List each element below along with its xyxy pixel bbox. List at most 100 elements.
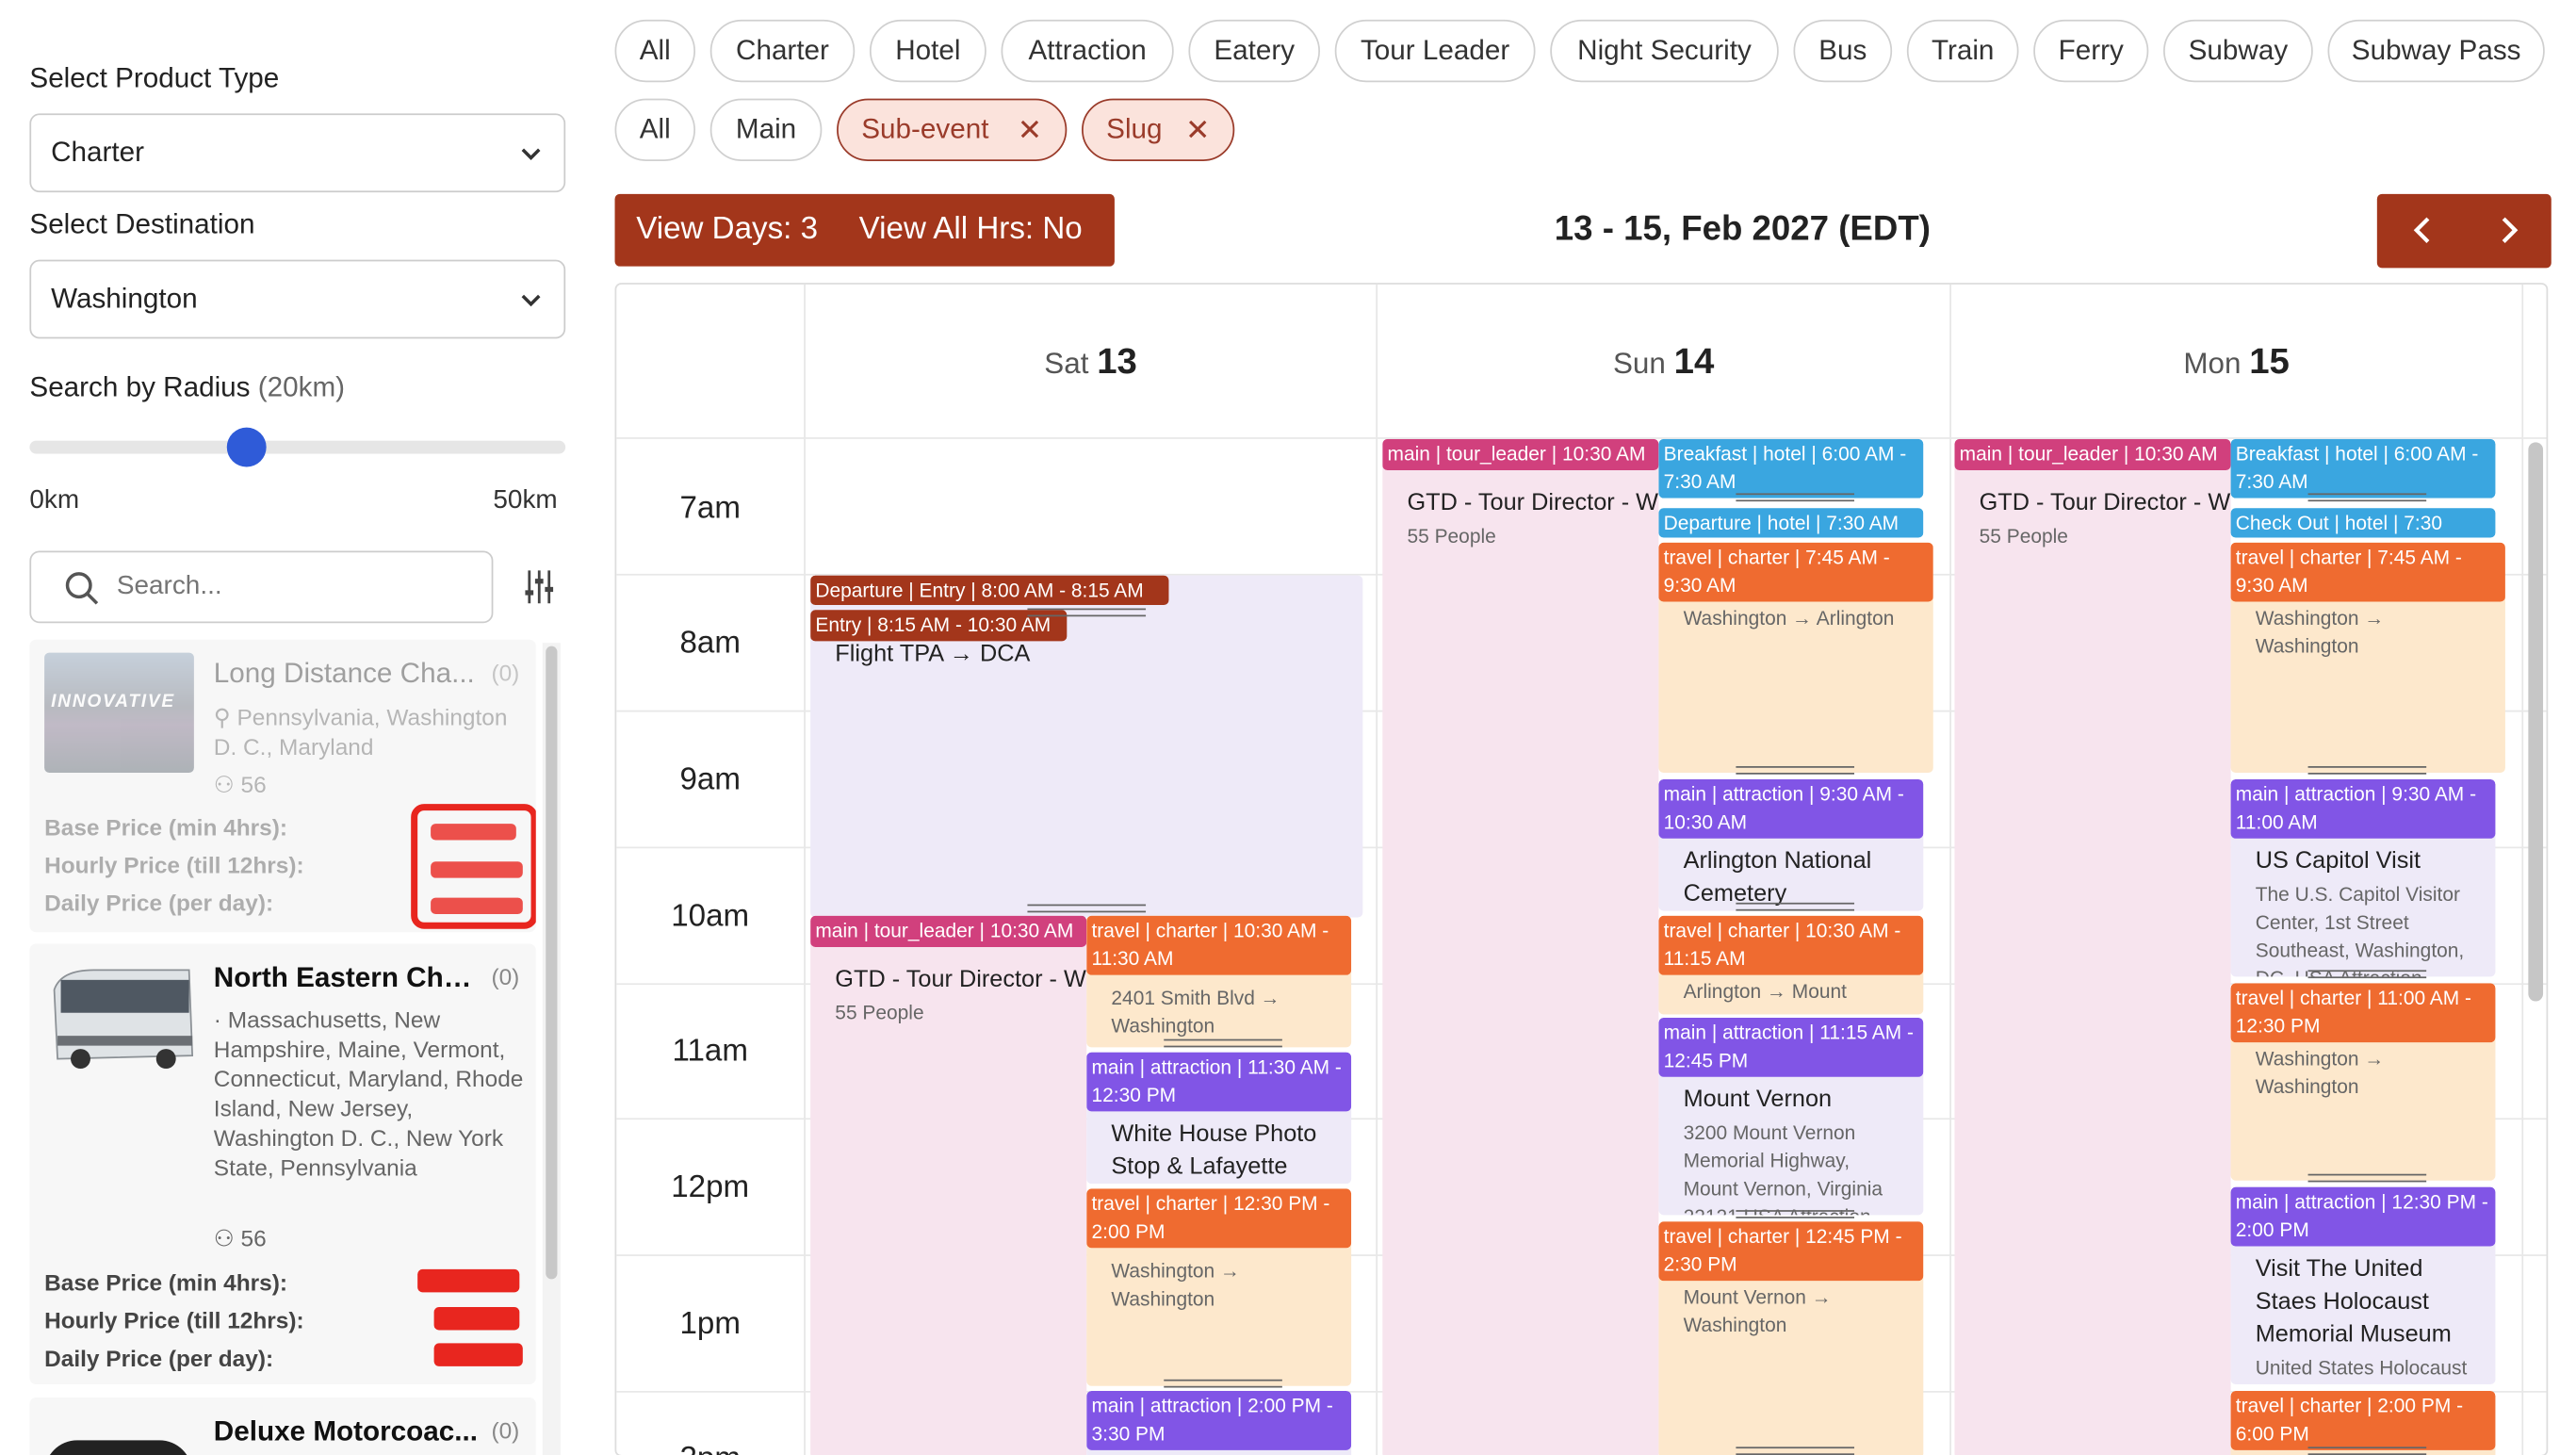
event-header: Breakfast | hotel | 6:00 AM - 7:30 AM <box>2230 438 2496 499</box>
search-input[interactable] <box>116 565 479 609</box>
day-header[interactable]: Sat 13 <box>806 340 1376 383</box>
list-scrollbar-thumb[interactable] <box>546 646 558 1280</box>
event-subtitle: 55 People <box>1979 524 2068 548</box>
event-title: US Capitol Visit <box>2255 848 2421 875</box>
day-of-week: Sun <box>1612 347 1666 381</box>
destination-label: Select Destination <box>29 208 255 240</box>
close-icon[interactable]: ✕ <box>1018 113 1042 148</box>
event-attraction[interactable]: main | attraction | 2:00 PM - 3:30 PM <box>1086 1391 1352 1455</box>
event-attraction[interactable]: main | attraction | 12:30 PM - 2:00 PM V… <box>2230 1186 2496 1385</box>
day-of-week: Mon <box>2183 347 2242 381</box>
kind-chip-all[interactable]: All <box>614 98 696 161</box>
hour-label: 8am <box>679 626 741 662</box>
resize-handle[interactable] <box>1736 493 1855 502</box>
calendar-scrollbar-thumb[interactable] <box>2528 442 2544 1002</box>
kind-chip-sub-event[interactable]: Sub-event ✕ <box>837 98 1068 161</box>
event-breakfast[interactable]: Breakfast | hotel | 6:00 AM - 7:30 AM <box>2230 438 2496 499</box>
event-charter[interactable]: travel | charter | 10:30 AM - 11:15 AM A… <box>1658 915 1924 1015</box>
resize-handle[interactable] <box>2307 493 2427 502</box>
event-charter[interactable]: travel | charter | 12:30 PM - 2:00 PM Wa… <box>1086 1188 1352 1386</box>
card-title[interactable]: Long Distance Cha... <box>214 658 490 691</box>
product-type-select[interactable]: Charter <box>29 113 566 193</box>
radius-slider-handle[interactable] <box>227 427 268 467</box>
bus-image <box>44 956 198 1081</box>
kind-chip-main[interactable]: Main <box>709 98 823 161</box>
charter-card[interactable]: North Eastern Char... (0) · Massachusett… <box>29 943 536 1385</box>
event-entry[interactable]: Entry | 8:15 AM - 10:30 AM Flight TPA → … <box>810 575 1363 918</box>
resize-handle[interactable] <box>1736 1447 1855 1455</box>
resize-handle[interactable] <box>1164 1038 1282 1048</box>
filter-chip-subway-pass[interactable]: Subway Pass <box>2327 19 2545 83</box>
resize-handle[interactable] <box>1736 902 1855 911</box>
event-tour-leader[interactable]: main | tour_leader | 10:30 AM GTD - Tour… <box>1954 438 2231 1455</box>
resize-handle[interactable] <box>1027 904 1147 913</box>
event-attraction[interactable]: main | attraction | 9:30 AM - 11:00 AM U… <box>2230 778 2496 977</box>
close-icon[interactable]: ✕ <box>1185 113 1210 148</box>
filter-chip-tour-leader[interactable]: Tour Leader <box>1334 19 1536 83</box>
destination-select[interactable]: Washington <box>29 259 566 339</box>
event-attraction[interactable]: main | attraction | 9:30 AM - 10:30 AM A… <box>1658 778 1924 911</box>
filter-chip-attraction[interactable]: Attraction <box>1001 19 1174 83</box>
event-breakfast[interactable]: Breakfast | hotel | 6:00 AM - 7:30 AM <box>1658 438 1924 499</box>
event-title: Mount Vernon <box>1683 1087 1833 1114</box>
event-charter[interactable]: travel | charter | 7:45 AM - 9:30 AM Was… <box>1658 542 1933 774</box>
resize-handle[interactable] <box>1164 1379 1282 1388</box>
filter-chip-eatery[interactable]: Eatery <box>1188 19 1320 83</box>
event-departure[interactable]: Departure | Entry | 8:00 AM - 8:15 AM <box>810 575 1169 606</box>
filter-chip-ferry[interactable]: Ferry <box>2033 19 2149 83</box>
charter-card[interactable]: INNOVATIVE Long Distance Cha... (0) ⚲ Pe… <box>29 639 536 933</box>
event-checkout[interactable]: Check Out | hotel | 7:30 <box>2230 508 2496 538</box>
radius-slider-track[interactable] <box>29 440 566 454</box>
redaction-mark <box>431 897 523 915</box>
event-charter[interactable]: travel | charter | 10:30 AM - 11:30 AM 2… <box>1086 915 1352 1048</box>
event-tour-leader[interactable]: main | tour_leader | 10:30 AM GTD - Tour… <box>810 915 1087 1455</box>
view-all-hrs-button[interactable]: View All Hrs: No <box>859 212 1083 248</box>
base-price-label: Base Price (min 4hrs): <box>44 1268 288 1296</box>
chevron-right-icon[interactable] <box>2494 216 2523 245</box>
card-locations-text: Pennsylvania, Washington D. C., Maryland <box>213 703 508 760</box>
day-header[interactable]: Sun 14 <box>1378 340 1949 383</box>
list-scrollbar[interactable] <box>542 643 561 1455</box>
day-header[interactable]: Mon 15 <box>1951 340 2521 383</box>
column-divider <box>804 284 806 1455</box>
event-tour-leader[interactable]: main | tour_leader | 10:30 AM GTD - Tour… <box>1382 438 1659 1455</box>
event-header: main | attraction | 11:30 AM - 12:30 PM <box>1086 1052 1352 1112</box>
daily-price-label: Daily Price (per day): <box>44 889 274 916</box>
card-title[interactable]: North Eastern Char... <box>214 962 487 995</box>
event-attraction[interactable]: main | attraction | 11:15 AM - 12:45 PM … <box>1658 1017 1924 1216</box>
resize-handle[interactable] <box>2307 1447 2427 1455</box>
resize-handle[interactable] <box>2307 1173 2427 1183</box>
search-box[interactable] <box>29 550 494 624</box>
card-seats-value: 56 <box>240 771 267 798</box>
filter-chip-charter[interactable]: Charter <box>709 19 856 83</box>
redaction-mark <box>433 1343 523 1366</box>
view-days-button[interactable]: View Days: 3 <box>636 212 818 248</box>
event-charter[interactable]: travel | charter | 7:45 AM - 9:30 AM Was… <box>2230 542 2505 774</box>
kind-chip-slug[interactable]: Slug ✕ <box>1082 98 1235 161</box>
resize-handle[interactable] <box>1736 766 1855 775</box>
filter-chip-all[interactable]: All <box>614 19 696 83</box>
event-charter[interactable]: travel | charter | 12:45 PM - 2:30 PM Mo… <box>1658 1221 1924 1455</box>
card-title[interactable]: Deluxe Motorcoac... <box>214 1415 487 1448</box>
column-divider <box>1949 284 1951 1455</box>
card-locations: ⚲ Pennsylvania, Washington D. C., Maryla… <box>214 702 526 761</box>
event-charter[interactable]: travel | charter | 2:00 PM - 6:00 PM <box>2230 1391 2496 1455</box>
resize-handle[interactable] <box>1736 1210 1855 1218</box>
resize-handle[interactable] <box>2307 766 2427 775</box>
filter-chip-bus[interactable]: Bus <box>1793 19 1893 83</box>
event-departure[interactable]: Departure | hotel | 7:30 AM <box>1658 508 1924 538</box>
resize-handle[interactable] <box>2307 970 2427 979</box>
chevron-left-icon[interactable] <box>2408 216 2437 245</box>
event-charter[interactable]: travel | charter | 11:00 AM - 12:30 PM W… <box>2230 983 2496 1181</box>
charter-card[interactable]: Deluxe Motorcoac... (0) <box>29 1397 536 1455</box>
resize-handle[interactable] <box>1027 608 1147 617</box>
filter-chip-night-security[interactable]: Night Security <box>1550 19 1779 83</box>
filter-chip-subway[interactable]: Subway <box>2163 19 2313 83</box>
filter-chip-hotel[interactable]: Hotel <box>869 19 986 83</box>
base-price-label: Base Price (min 4hrs): <box>44 813 288 841</box>
destination-value: Washington <box>51 283 198 315</box>
filter-sliders-icon[interactable] <box>523 569 556 605</box>
event-attraction[interactable]: main | attraction | 11:30 AM - 12:30 PM … <box>1086 1052 1352 1185</box>
filter-chip-train[interactable]: Train <box>1906 19 2019 83</box>
hourly-price-label: Hourly Price (till 12hrs): <box>44 851 304 878</box>
